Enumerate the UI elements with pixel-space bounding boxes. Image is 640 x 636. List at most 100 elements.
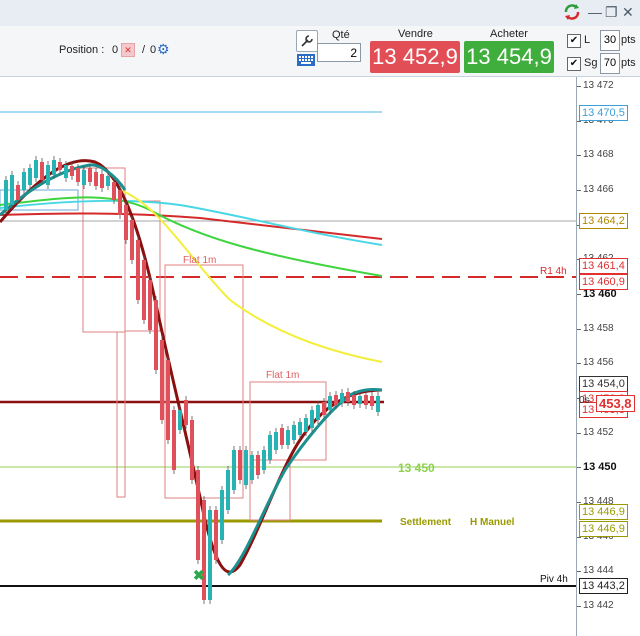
candle-body	[172, 410, 176, 470]
candle-body	[82, 170, 86, 185]
candle-body	[220, 490, 224, 540]
limit-checkbox[interactable]: ✔	[567, 34, 581, 48]
candle-body	[304, 418, 308, 432]
candle-body	[256, 455, 260, 475]
candle-body	[88, 168, 92, 182]
candle-body	[346, 392, 350, 402]
limit-points-unit: pts	[621, 34, 636, 46]
keyboard-icon[interactable]	[296, 50, 316, 70]
price-tag: 13 461,4	[579, 258, 628, 274]
candle-body	[130, 220, 134, 260]
candle-body	[370, 396, 374, 406]
candle-body	[214, 510, 218, 560]
close-position-icon[interactable]: ✕	[121, 43, 135, 57]
stop-points-input[interactable]: 70	[600, 53, 620, 74]
buy-button[interactable]: 13 454,9	[464, 41, 554, 73]
tick-label: 13 466	[583, 184, 614, 195]
title-bar: — ❐ ✕	[0, 0, 640, 27]
candle-body	[166, 360, 170, 440]
candle-body	[112, 182, 116, 200]
candle-body	[358, 396, 362, 404]
candle-body	[262, 450, 266, 470]
tick-label: 13 442	[583, 600, 614, 612]
tick-label: 13 444	[583, 565, 614, 577]
price-axis[interactable]: 13 47213 47013 46813 46613 46413 46213 4…	[576, 77, 640, 636]
tick-mark	[577, 467, 581, 469]
price-tag: 13 460,9	[579, 274, 628, 290]
candle-body	[34, 160, 38, 178]
chart-canvas: ✖ Flat 1m Flat 1m R1 4h Piv 4h 13 450 Se…	[0, 111, 576, 604]
candle-body	[298, 422, 302, 435]
tick-label: 13 450	[583, 461, 617, 474]
ma-cyan	[0, 199, 383, 246]
candle-body	[196, 470, 200, 560]
candle-body	[124, 205, 128, 240]
candle-body	[106, 176, 110, 186]
minimize-icon[interactable]: —	[588, 4, 602, 20]
candle-body	[316, 405, 320, 420]
candle-body	[70, 166, 74, 176]
stop-checkbox[interactable]: ✔	[567, 57, 581, 71]
candle-body	[160, 340, 164, 420]
candle-body	[376, 396, 380, 412]
candle-body	[232, 450, 236, 490]
range-box-2	[116, 331, 126, 498]
candle-body	[94, 172, 98, 186]
wrench-icon[interactable]	[296, 30, 318, 52]
price-tag: 13 464,2	[579, 213, 628, 229]
tick-label: 13 456	[583, 357, 614, 369]
candle-body	[310, 410, 314, 428]
cross-marker: ✖	[193, 567, 205, 583]
stop-label: Sg	[584, 57, 598, 69]
tick-label: 13 458	[583, 322, 614, 334]
tick-mark	[577, 294, 581, 296]
candle-body	[364, 395, 368, 405]
candle-body	[64, 165, 68, 178]
candle-body	[4, 180, 8, 210]
stop-points-unit: pts	[621, 57, 636, 69]
orders-value: 0	[150, 44, 157, 56]
candle-body	[178, 410, 182, 430]
candle-body	[100, 174, 104, 188]
candle-body	[292, 425, 296, 440]
candle-body	[202, 500, 206, 600]
restore-icon[interactable]: ❐	[605, 4, 618, 21]
candle-body	[22, 172, 26, 190]
candle-body	[28, 168, 32, 185]
sell-label: Vendre	[398, 28, 433, 40]
candle-body	[148, 280, 152, 330]
gear-icon[interactable]: ⚙	[157, 41, 170, 58]
tick-mark	[577, 155, 581, 157]
level-13450-label: 13 450	[398, 461, 435, 475]
close-icon[interactable]: ✕	[622, 4, 634, 21]
candle-body	[136, 240, 140, 300]
candles-group	[4, 156, 380, 604]
candle-body	[10, 175, 14, 205]
candle-body	[40, 162, 44, 180]
price-tag: 13 443,2	[579, 578, 628, 594]
tick-mark	[577, 328, 581, 330]
limit-label: L	[584, 34, 591, 46]
hmanuel-label: H Manuel	[470, 517, 515, 528]
price-tag: 13 454,0	[579, 376, 628, 392]
candle-body	[352, 395, 356, 405]
settlement-label: Settlement	[400, 517, 452, 528]
price-tag: 13 446,9	[579, 521, 628, 537]
price-tag: 13 470,5	[579, 105, 628, 121]
ma-teal-2	[226, 388, 383, 577]
timer-tag: 0s	[579, 395, 590, 406]
candle-body	[322, 402, 326, 415]
buy-label: Acheter	[490, 28, 528, 40]
sell-button[interactable]: 13 452,9	[370, 41, 460, 73]
candle-body	[190, 420, 194, 480]
candle-body	[238, 450, 242, 480]
candle-body	[328, 396, 332, 410]
limit-points-input[interactable]: 30	[600, 30, 620, 51]
refresh-arrows-icon[interactable]	[563, 3, 581, 24]
candle-body	[58, 162, 62, 170]
candle-body	[286, 430, 290, 445]
tick-mark	[577, 86, 581, 87]
qty-input[interactable]	[317, 43, 361, 62]
price-chart[interactable]: ✖ Flat 1m Flat 1m R1 4h Piv 4h 13 450 Se…	[0, 77, 576, 636]
candle-body	[142, 260, 146, 320]
